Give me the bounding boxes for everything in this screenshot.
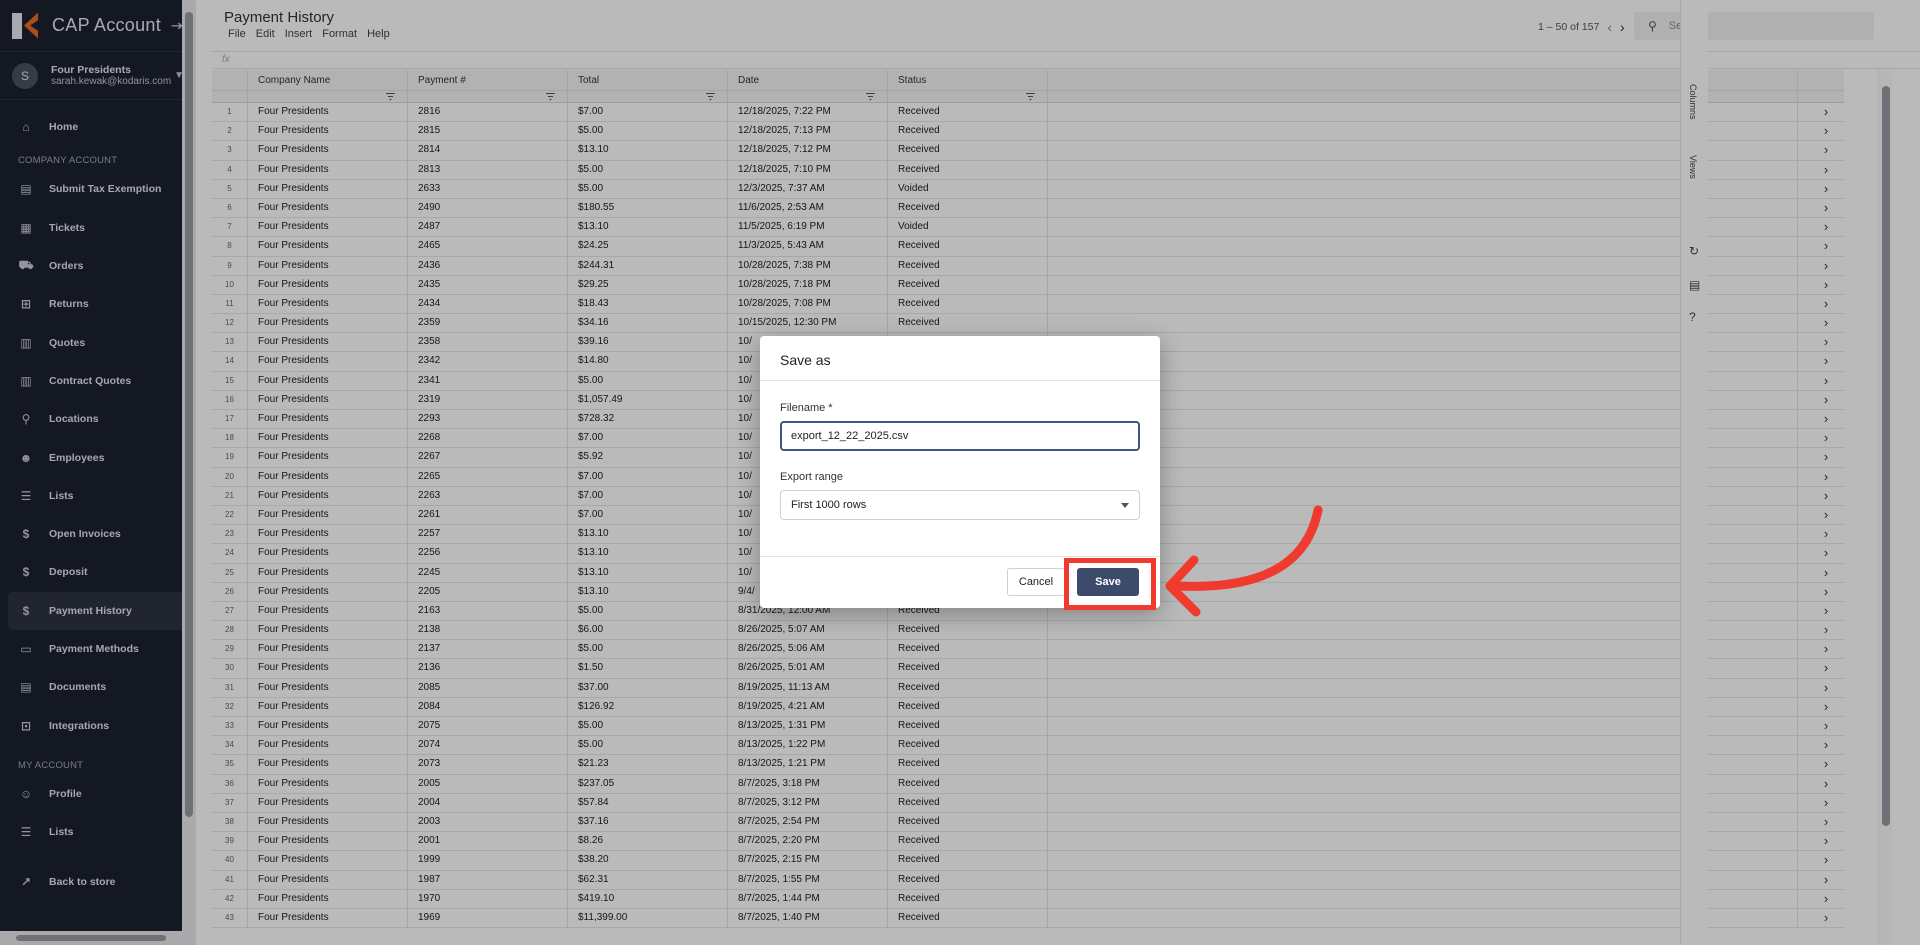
cancel-button[interactable]: Cancel (1007, 568, 1065, 596)
annotation-highlight-box (1064, 558, 1156, 610)
export-range-select[interactable]: First 1000 rows (780, 490, 1140, 520)
filename-field[interactable]: export_12_22_2025.csv (780, 421, 1140, 451)
dialog-title: Save as (760, 336, 1160, 381)
caret-down-icon (1121, 503, 1129, 508)
export-range-label: Export range (780, 471, 843, 483)
filename-label: Filename * (780, 402, 833, 414)
app-root: CAP Account ⇥ S Four Presidents sarah.ke… (0, 0, 1920, 945)
annotation-arrow-icon (1165, 505, 1323, 617)
export-range-value: First 1000 rows (791, 499, 867, 511)
